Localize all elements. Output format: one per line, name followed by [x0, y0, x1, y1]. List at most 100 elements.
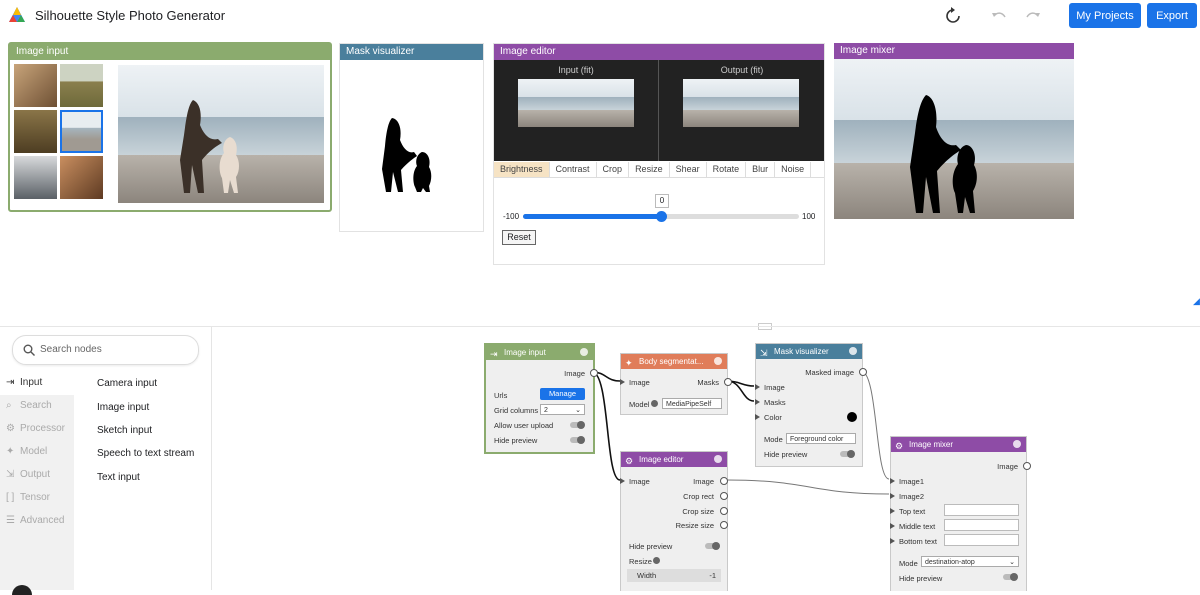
tab-contrast[interactable]: Contrast	[550, 162, 597, 177]
reset-button[interactable]: Reset	[502, 230, 536, 245]
search-category-icon: ⌕	[6, 400, 12, 411]
redo-icon[interactable]	[1024, 7, 1042, 25]
input-port-image[interactable]	[620, 478, 625, 484]
node-title: Image mixer	[909, 440, 954, 449]
output-masked-image-label: Masked image	[805, 368, 854, 377]
thumbnail-image[interactable]	[14, 156, 57, 199]
input-port-masks[interactable]	[755, 399, 760, 405]
info-icon[interactable]	[849, 347, 857, 355]
info-icon[interactable]	[1013, 440, 1021, 448]
output-port-masks[interactable]	[724, 378, 732, 386]
mask-visualizer-node[interactable]: ⇲ Mask visualizer Masked image Image Mas…	[755, 343, 867, 467]
category-advanced[interactable]: ☰ Advanced	[0, 510, 74, 590]
output-port-crop-size[interactable]	[720, 507, 728, 515]
info-icon[interactable]	[651, 400, 658, 407]
category-output[interactable]: ⇲ Output	[0, 464, 74, 487]
category-input[interactable]: ⇥ Input	[0, 372, 74, 395]
model-select[interactable]: MediaPipeSelf	[662, 398, 722, 409]
hide-preview-toggle[interactable]	[840, 450, 855, 458]
search-nodes-input[interactable]: Search nodes	[12, 335, 199, 365]
thumbnail-image[interactable]	[14, 64, 57, 107]
chevron-down-icon: ⌄	[1009, 559, 1015, 566]
image-preview	[118, 65, 324, 203]
input-port-image1[interactable]	[890, 478, 895, 484]
thumbnail-image-selected[interactable]	[60, 110, 103, 153]
resize-label: Resize	[629, 557, 652, 566]
node-item-camera-input[interactable]: Camera input	[97, 378, 157, 389]
chevron-down-icon: ⌄	[575, 407, 581, 414]
allow-upload-toggle[interactable]	[570, 421, 585, 429]
output-icon: ⇲	[6, 469, 15, 480]
slider-thumb[interactable]	[656, 211, 667, 222]
mode-select[interactable]: Foreground color	[786, 433, 856, 444]
image-editor-node[interactable]: ⚙ Image editor Image Image Crop rect Cro…	[620, 451, 728, 591]
image-input-node[interactable]: ⇥ Image input Image Urls Manage Grid col…	[484, 343, 598, 454]
input-icon: ⇥	[6, 377, 15, 388]
body-segmentation-node[interactable]: ✦ Body segmentat... Image Masks Model Me…	[620, 353, 732, 415]
node-item-sketch-input[interactable]: Sketch input	[97, 425, 152, 436]
category-search[interactable]: ⌕ Search	[0, 395, 74, 418]
info-icon[interactable]	[714, 455, 722, 463]
input-port-image2[interactable]	[890, 493, 895, 499]
input-image2-label: Image2	[899, 492, 925, 501]
output-port-resize-size[interactable]	[720, 521, 728, 529]
output-port-image[interactable]	[1023, 462, 1031, 470]
model-label: Model	[629, 400, 650, 409]
hide-preview-toggle[interactable]	[705, 542, 720, 550]
info-icon[interactable]	[714, 357, 722, 365]
middle-text-label: Middle text	[899, 522, 936, 531]
output-image-label: Image	[693, 477, 714, 486]
hide-preview-toggle[interactable]	[1003, 573, 1018, 581]
bottom-text-input[interactable]	[944, 534, 1019, 546]
width-field[interactable]: Width -1	[627, 569, 721, 582]
tab-resize[interactable]: Resize	[629, 162, 670, 177]
input-image-label: Image	[629, 477, 650, 486]
tab-noise[interactable]: Noise	[775, 162, 812, 177]
node-title: Image editor	[639, 455, 684, 464]
undo-icon[interactable]	[990, 7, 1008, 25]
mode-select[interactable]: destination-atop ⌄	[921, 556, 1019, 567]
grid-columns-select[interactable]: 2 ⌄	[540, 404, 585, 415]
middle-text-input[interactable]	[944, 519, 1019, 531]
tab-rotate[interactable]: Rotate	[707, 162, 747, 177]
tab-brightness[interactable]: Brightness	[494, 162, 550, 177]
color-swatch[interactable]	[847, 412, 857, 422]
output-port-crop-rect[interactable]	[720, 492, 728, 500]
node-item-image-input[interactable]: Image input	[97, 402, 149, 413]
node-item-text-input[interactable]: Text input	[97, 472, 140, 483]
info-icon[interactable]	[653, 557, 660, 564]
urls-label: Urls	[494, 391, 508, 400]
hide-preview-toggle[interactable]	[570, 436, 585, 444]
output-port-image[interactable]	[720, 477, 728, 485]
refresh-icon[interactable]	[944, 7, 962, 25]
category-tensor[interactable]: [ ] Tensor	[0, 487, 74, 510]
image-editor-panel: Image editor Input (fit) Output (fit) Br…	[493, 43, 825, 265]
input-port-color[interactable]	[755, 414, 760, 420]
tab-crop[interactable]: Crop	[597, 162, 630, 177]
export-button[interactable]: Export	[1147, 3, 1197, 28]
sliders-icon: ☰	[6, 515, 15, 526]
image-mixer-node[interactable]: ⚙ Image mixer Image Image1 Image2 Top te…	[890, 436, 1031, 591]
my-projects-button[interactable]: My Projects	[1069, 3, 1141, 28]
top-text-input[interactable]	[944, 504, 1019, 516]
input-image-label: Image	[764, 383, 785, 392]
category-model[interactable]: ✦ Model	[0, 441, 74, 464]
tab-blur[interactable]: Blur	[746, 162, 776, 177]
thumbnail-image[interactable]	[60, 64, 103, 107]
thumbnail-image[interactable]	[60, 156, 103, 199]
thumbnail-image[interactable]	[14, 110, 57, 153]
hide-preview-label: Hide preview	[494, 436, 538, 445]
input-port-image[interactable]	[620, 379, 625, 385]
input-port-image[interactable]	[755, 384, 760, 390]
node-item-speech-to-text[interactable]: Speech to text stream	[97, 448, 194, 459]
input-port-top-text[interactable]	[890, 508, 895, 514]
input-port-bottom-text[interactable]	[890, 538, 895, 544]
manage-button[interactable]: Manage	[540, 388, 585, 400]
output-port-masked-image[interactable]	[859, 368, 867, 376]
brightness-slider[interactable]	[523, 211, 799, 222]
input-port-middle-text[interactable]	[890, 523, 895, 529]
info-icon[interactable]	[580, 348, 588, 356]
category-processor[interactable]: ⚙ Processor	[0, 418, 74, 441]
tab-shear[interactable]: Shear	[670, 162, 707, 177]
output-port-image[interactable]	[590, 369, 598, 377]
